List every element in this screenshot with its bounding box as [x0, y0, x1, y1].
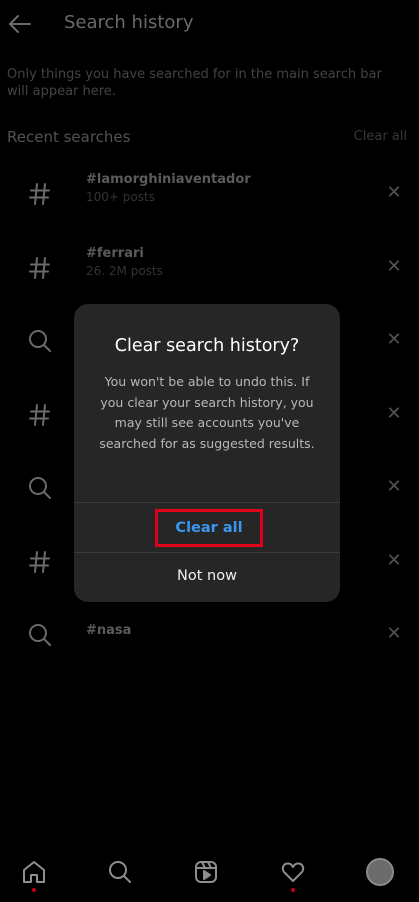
- dialog-message: You won't be able to undo this. If you c…: [99, 374, 315, 451]
- dialog-divider: [74, 502, 340, 503]
- reels-icon[interactable]: [186, 852, 226, 892]
- search-icon[interactable]: [100, 852, 140, 892]
- dialog-title: Clear search history?: [114, 336, 300, 356]
- notification-dot: [291, 888, 295, 892]
- bottom-navigation: [0, 846, 419, 902]
- avatar: [366, 858, 394, 886]
- home-icon[interactable]: [14, 852, 54, 892]
- heart-icon[interactable]: [273, 852, 313, 892]
- not-now-button[interactable]: Not now: [74, 552, 340, 600]
- profile-avatar[interactable]: [360, 852, 400, 892]
- clear-history-dialog: Clear search history? You won't be able …: [74, 304, 340, 602]
- notification-dot: [32, 888, 36, 892]
- clear-all-button[interactable]: Clear all: [155, 509, 263, 547]
